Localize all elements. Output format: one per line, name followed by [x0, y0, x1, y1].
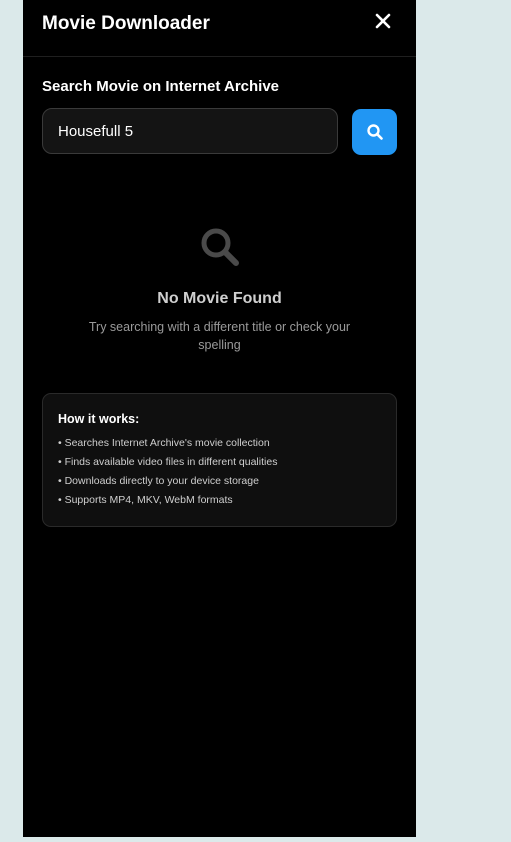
search-label: Search Movie on Internet Archive — [42, 78, 280, 95]
panel-header: Movie Downloader — [23, 0, 416, 57]
panel-title: Movie Downloader — [42, 13, 210, 34]
search-button[interactable] — [352, 109, 397, 155]
close-button[interactable] — [372, 10, 394, 32]
how-it-works-title: How it works: — [58, 412, 140, 426]
how-it-works-box: How it works: • Searches Internet Archiv… — [42, 393, 397, 527]
search-icon — [366, 124, 383, 140]
close-icon — [375, 13, 391, 29]
empty-state-subtitle: Try searching with a different title or … — [88, 320, 351, 352]
list-item: • Supports MP4, MKV, WebM formats — [58, 494, 233, 506]
movie-downloader-panel: Movie Downloader Search Movie on Interne… — [23, 0, 416, 837]
list-item: • Searches Internet Archive's movie coll… — [58, 437, 270, 449]
empty-state-title: No Movie Found — [157, 290, 282, 307]
empty-state-search-icon — [199, 226, 241, 268]
list-item: • Finds available video files in differe… — [58, 456, 278, 468]
search-input[interactable] — [42, 108, 338, 154]
list-item: • Downloads directly to your device stor… — [58, 475, 259, 487]
how-it-works-list: • Searches Internet Archive's movie coll… — [58, 434, 381, 510]
